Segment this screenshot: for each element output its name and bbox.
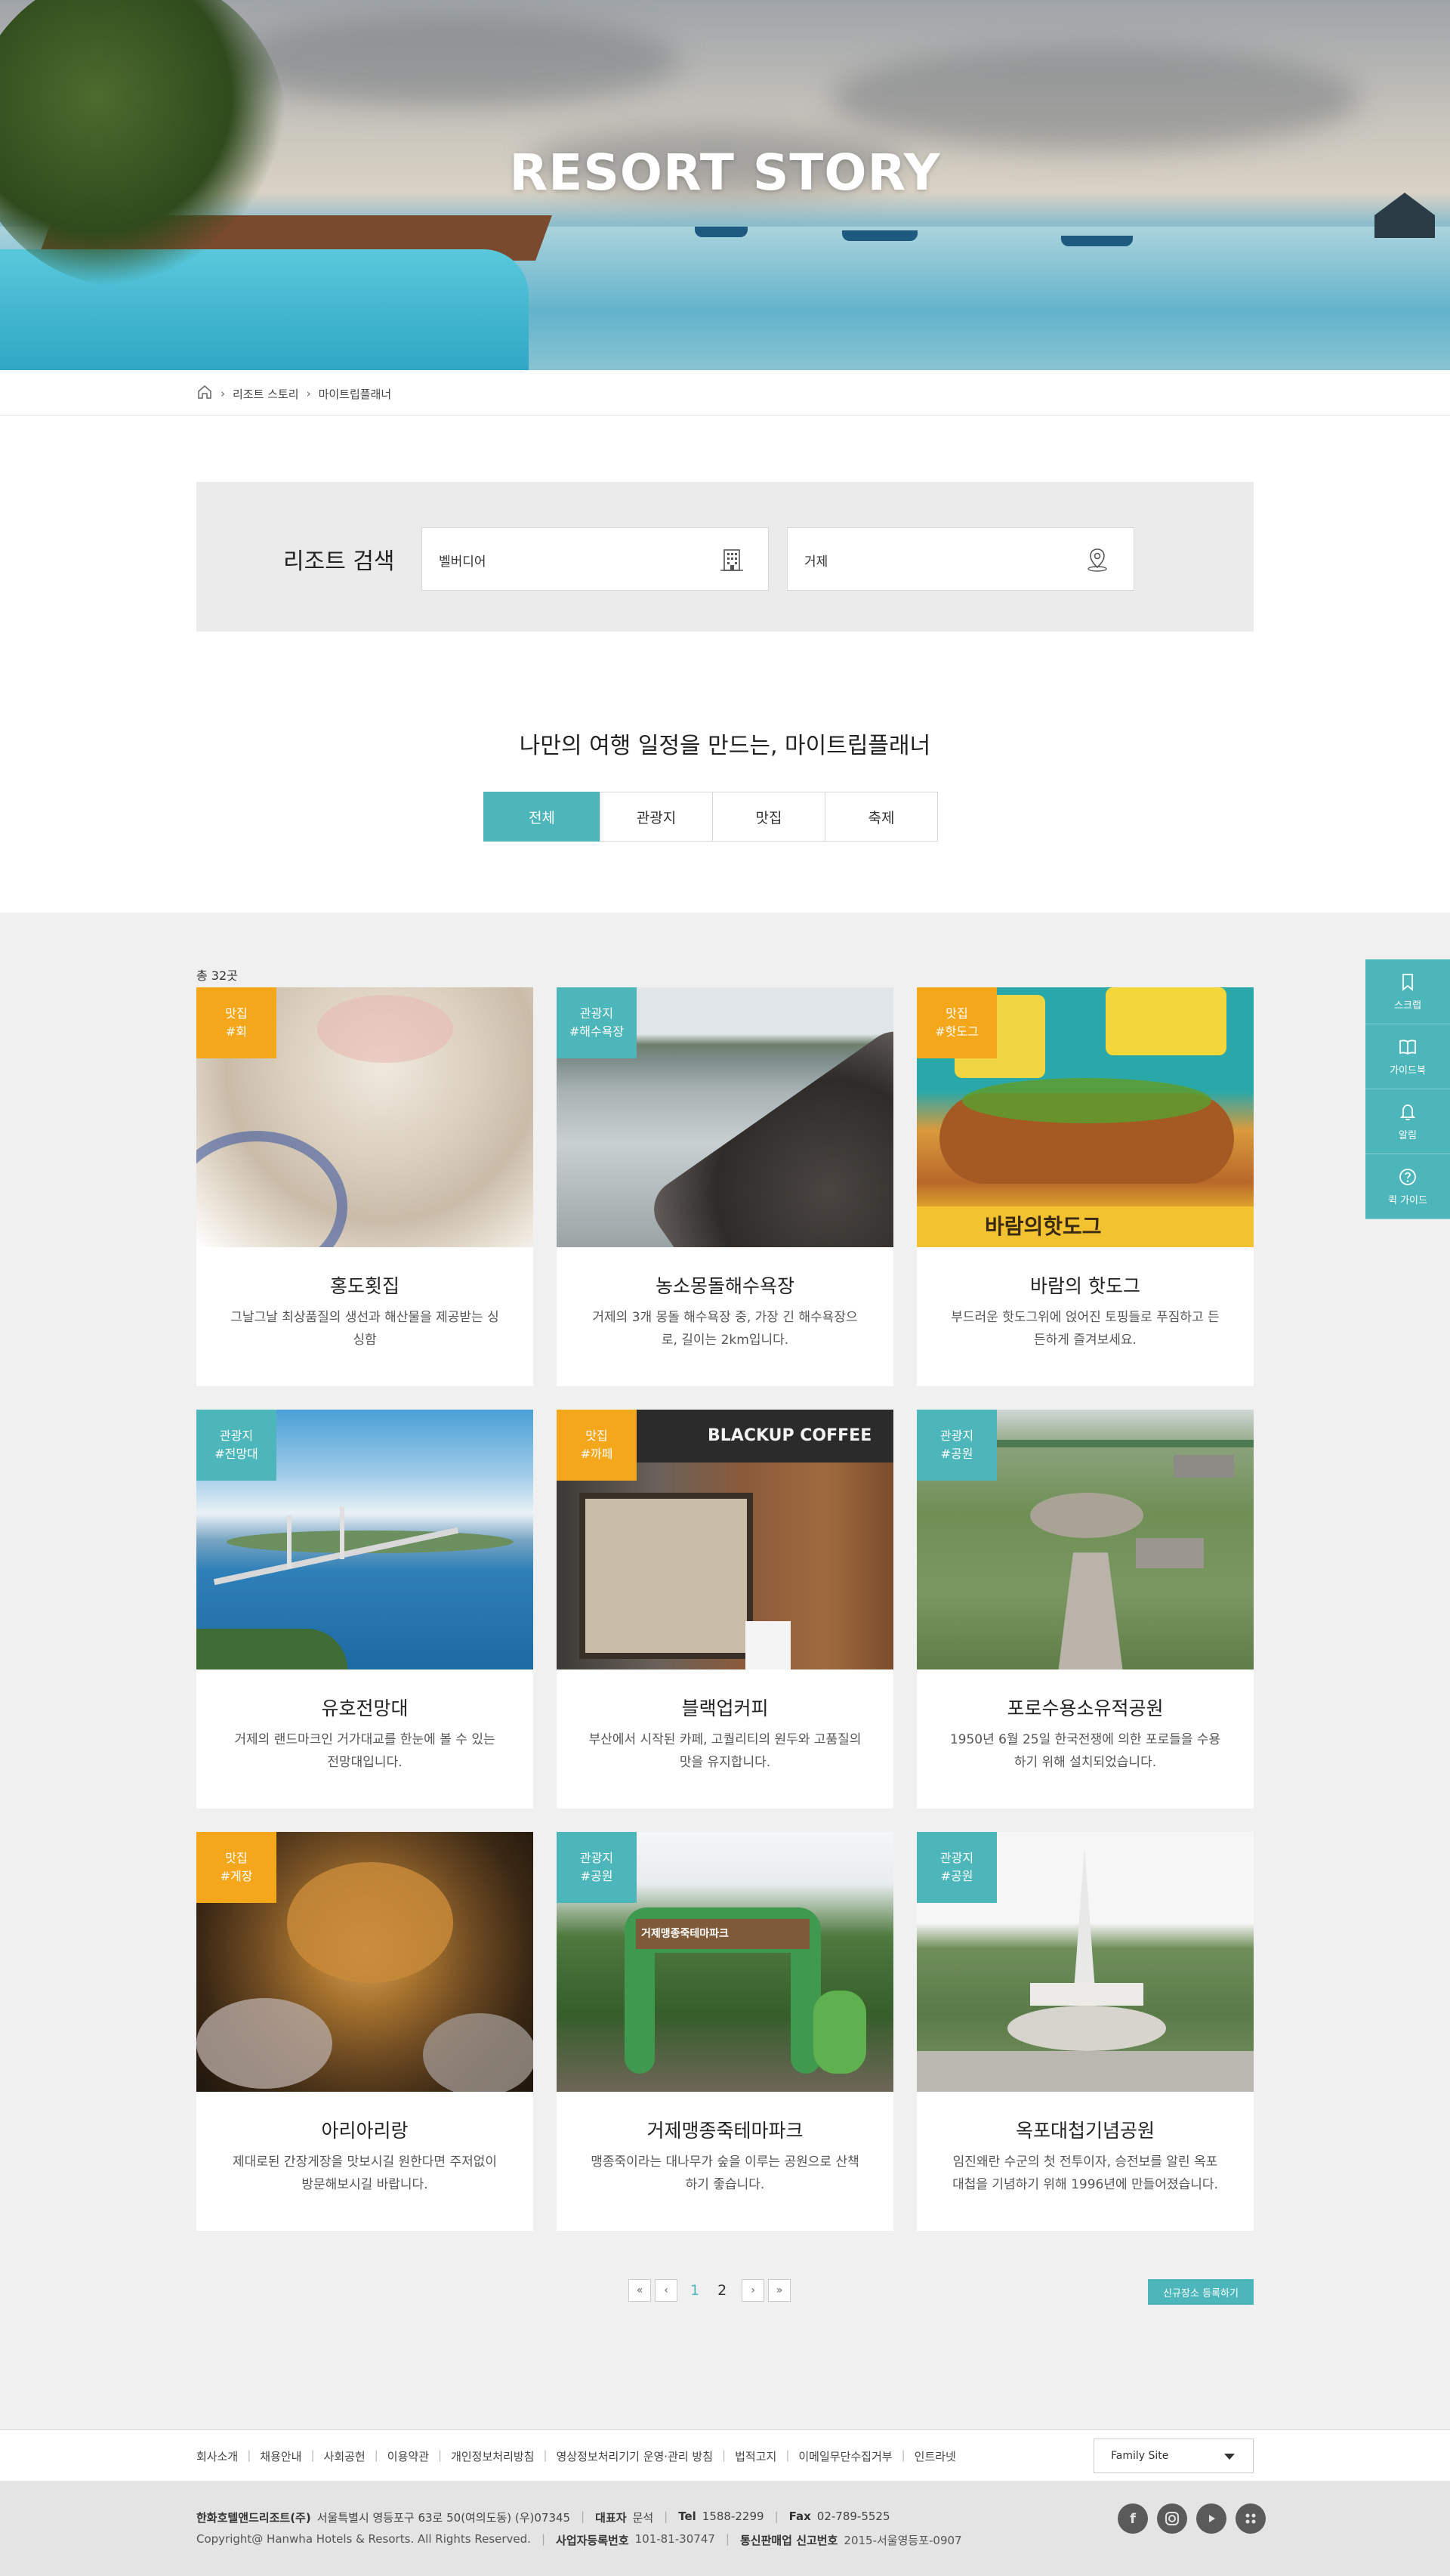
footer-link[interactable]: 법적고지 <box>735 2448 776 2464</box>
footer-link[interactable]: 개인정보처리방침 <box>451 2448 534 2464</box>
facebook-icon[interactable]: f <box>1118 2503 1148 2534</box>
tab-restaurants[interactable]: 맛집 <box>712 792 825 842</box>
category-badge: 관광지 #해수욕장 <box>557 987 637 1058</box>
chevron-down-icon <box>1224 2454 1235 2460</box>
first-page-button[interactable]: « <box>628 2279 651 2302</box>
category-badge: 관광지 #공원 <box>557 1832 637 1903</box>
place-name: 블랙업커피 <box>681 1697 769 1719</box>
category-badge: 맛집 #게장 <box>196 1832 276 1903</box>
guidebook-button[interactable]: 가이드북 <box>1365 1024 1450 1089</box>
pagination: « ‹ 1 2 › » <box>628 2279 794 2302</box>
chevron-right-icon: › <box>221 387 225 400</box>
place-card[interactable]: 맛집 #게장 아리아리랑 제대로된 간장게장을 맛보시길 원한다면 주저없이 방문… <box>196 1832 533 2231</box>
place-name: 거제맹종죽테마파크 <box>646 2120 804 2142</box>
social-links: f <box>1109 2503 1266 2534</box>
place-name: 홍도횟집 <box>329 1275 400 1297</box>
section-title: 나만의 여행 일정을 만드는, 마이트립플래너 <box>519 733 931 759</box>
place-card[interactable]: 맛집 #회 홍도횟집 그날그날 최상품질의 생선과 해산물을 제공받는 싱싱함 <box>196 987 533 1386</box>
place-name: 포로수용소유적공원 <box>1007 1697 1164 1719</box>
location-select-field[interactable]: 거제 <box>787 527 1134 591</box>
footer-link[interactable]: 채용안내 <box>260 2448 301 2464</box>
place-name: 농소몽돌해수욕장 <box>655 1275 794 1297</box>
park-sign: 거제맹종죽테마파크 <box>641 1928 729 1940</box>
home-icon[interactable] <box>196 384 213 403</box>
place-card[interactable]: 바람의핫도그 맛집 #핫도그 바람의 핫도그 부드러운 핫도그위에 얹어진 토핑들… <box>917 987 1254 1386</box>
prev-page-button[interactable]: ‹ <box>655 2279 677 2302</box>
tab-sights[interactable]: 관광지 <box>600 792 713 842</box>
bookmark-icon <box>1402 974 1413 991</box>
notification-button[interactable]: 알림 <box>1365 1089 1450 1154</box>
help-icon <box>1399 1169 1416 1185</box>
hotdog-sign: 바람의핫도그 <box>985 1214 1102 1239</box>
category-tabs: 전체 관광지 맛집 축제 <box>483 792 938 842</box>
book-icon <box>1399 1039 1416 1055</box>
tab-festivals[interactable]: 축제 <box>825 792 938 842</box>
map-pin-icon <box>1088 548 1107 572</box>
breadcrumb-item[interactable]: 리조트 스토리 <box>233 386 299 402</box>
category-badge: 관광지 #공원 <box>917 1410 997 1481</box>
breadcrumb-item-current[interactable]: 마이트립플래너 <box>319 386 392 402</box>
place-name: 유호전망대 <box>321 1697 409 1719</box>
quick-menu: 스크랩 가이드북 알림 퀵 가이드 <box>1365 959 1450 1219</box>
register-place-button[interactable]: 신규장소 등록하기 <box>1148 2279 1254 2305</box>
place-description: 1950년 6월 25일 한국전쟁에 의한 포로들을 수용하기 위해 설치되었습… <box>949 1732 1221 1770</box>
category-badge: 맛집 #회 <box>196 987 276 1058</box>
footer-link[interactable]: 이메일무단수집거부 <box>798 2448 892 2464</box>
place-description: 거제의 3개 몽돌 해수욕장 중, 가장 긴 해수욕장으로, 길이는 2km입니… <box>592 1310 858 1348</box>
coffee-sign: BLACKUP COFFEE <box>708 1426 872 1445</box>
place-description: 부산에서 시작된 카페, 고퀄리티의 원두와 고품질의 맛을 유지합니다. <box>588 1732 862 1770</box>
resort-select-field[interactable]: 벨버디어 <box>421 527 769 591</box>
chevron-right-icon: › <box>306 387 311 400</box>
place-card[interactable]: BLACKUP COFFEE 맛집 #까페 블랙업커피 부산에서 시작된 카페, … <box>557 1410 893 1808</box>
result-count: 총 32곳 <box>196 968 238 983</box>
place-description: 거제의 랜드마크인 거가대교를 한눈에 볼 수 있는 전망대입니다. <box>234 1732 495 1770</box>
breadcrumb: › 리조트 스토리 › 마이트립플래너 <box>0 370 1450 415</box>
page-number[interactable]: 2 <box>717 2282 727 2299</box>
place-card[interactable]: 관광지 #전망대 유호전망대 거제의 랜드마크인 거가대교를 한눈에 볼 수 있는… <box>196 1410 533 1808</box>
footer-link[interactable]: 영상정보처리기기 운영·관리 방침 <box>557 2448 714 2464</box>
place-name: 아리아리랑 <box>321 2120 409 2142</box>
footer-link[interactable]: 사회공헌 <box>324 2448 366 2464</box>
place-card[interactable]: 관광지 #공원 옥포대첩기념공원 임진왜란 수군의 첫 전투이자, 승전보를 알린… <box>917 1832 1254 2231</box>
footer-link[interactable]: 이용약관 <box>387 2448 429 2464</box>
footer-link[interactable]: 인트라넷 <box>915 2448 956 2464</box>
place-description: 부드러운 핫도그위에 얹어진 토핑들로 푸짐하고 든든하게 즐겨보세요. <box>951 1310 1220 1348</box>
category-badge: 관광지 #공원 <box>917 1832 997 1903</box>
category-badge: 맛집 #핫도그 <box>917 987 997 1058</box>
hero-banner: RESORT STORY <box>0 0 1450 370</box>
place-name: 바람의 핫도그 <box>1030 1275 1140 1297</box>
footer-link[interactable]: 회사소개 <box>196 2448 238 2464</box>
place-description: 임진왜란 수군의 첫 전투이자, 승전보를 알린 옥포대첩을 기념하기 위해 1… <box>952 2154 1218 2192</box>
instagram-icon[interactable] <box>1157 2503 1187 2534</box>
category-badge: 맛집 #까페 <box>557 1410 637 1481</box>
blog-icon[interactable] <box>1236 2503 1266 2534</box>
place-card[interactable]: 관광지 #공원 포로수용소유적공원 1950년 6월 25일 한국전쟁에 의한 포… <box>917 1410 1254 1808</box>
place-name: 옥포대첩기념공원 <box>1015 2120 1155 2142</box>
page-number-current[interactable]: 1 <box>690 2282 699 2299</box>
quick-guide-button[interactable]: 퀵 가이드 <box>1365 1154 1450 1219</box>
bell-icon <box>1399 1104 1416 1121</box>
place-description: 제대로된 간장게장을 맛보시길 원한다면 주저없이 방문해보시길 바랍니다. <box>232 2154 498 2192</box>
search-label: 리조트 검색 <box>283 548 395 575</box>
tab-all[interactable]: 전체 <box>483 792 600 842</box>
next-page-button[interactable]: › <box>742 2279 765 2302</box>
place-card[interactable]: 거제맹종죽테마파크 관광지 #공원 거제맹종죽테마파크 맹종죽이라는 대나무가 숲… <box>557 1832 893 2231</box>
scrap-button[interactable]: 스크랩 <box>1365 959 1450 1024</box>
family-site-select[interactable]: Family Site <box>1094 2439 1254 2473</box>
place-description: 그날그날 최상품질의 생선과 해산물을 제공받는 싱싱함 <box>230 1310 499 1348</box>
place-card[interactable]: 관광지 #해수욕장 농소몽돌해수욕장 거제의 3개 몽돌 해수욕장 중, 가장 긴… <box>557 987 893 1386</box>
youtube-icon[interactable] <box>1196 2503 1226 2534</box>
page-title: RESORT STORY <box>509 144 941 202</box>
resort-search-panel: 리조트 검색 벨버디어 거제 <box>196 482 1254 632</box>
building-icon <box>720 549 743 571</box>
category-badge: 관광지 #전망대 <box>196 1410 276 1481</box>
last-page-button[interactable]: » <box>768 2279 791 2302</box>
place-description: 맹종죽이라는 대나무가 숲을 이루는 공원으로 산책하기 좋습니다. <box>591 2154 859 2192</box>
